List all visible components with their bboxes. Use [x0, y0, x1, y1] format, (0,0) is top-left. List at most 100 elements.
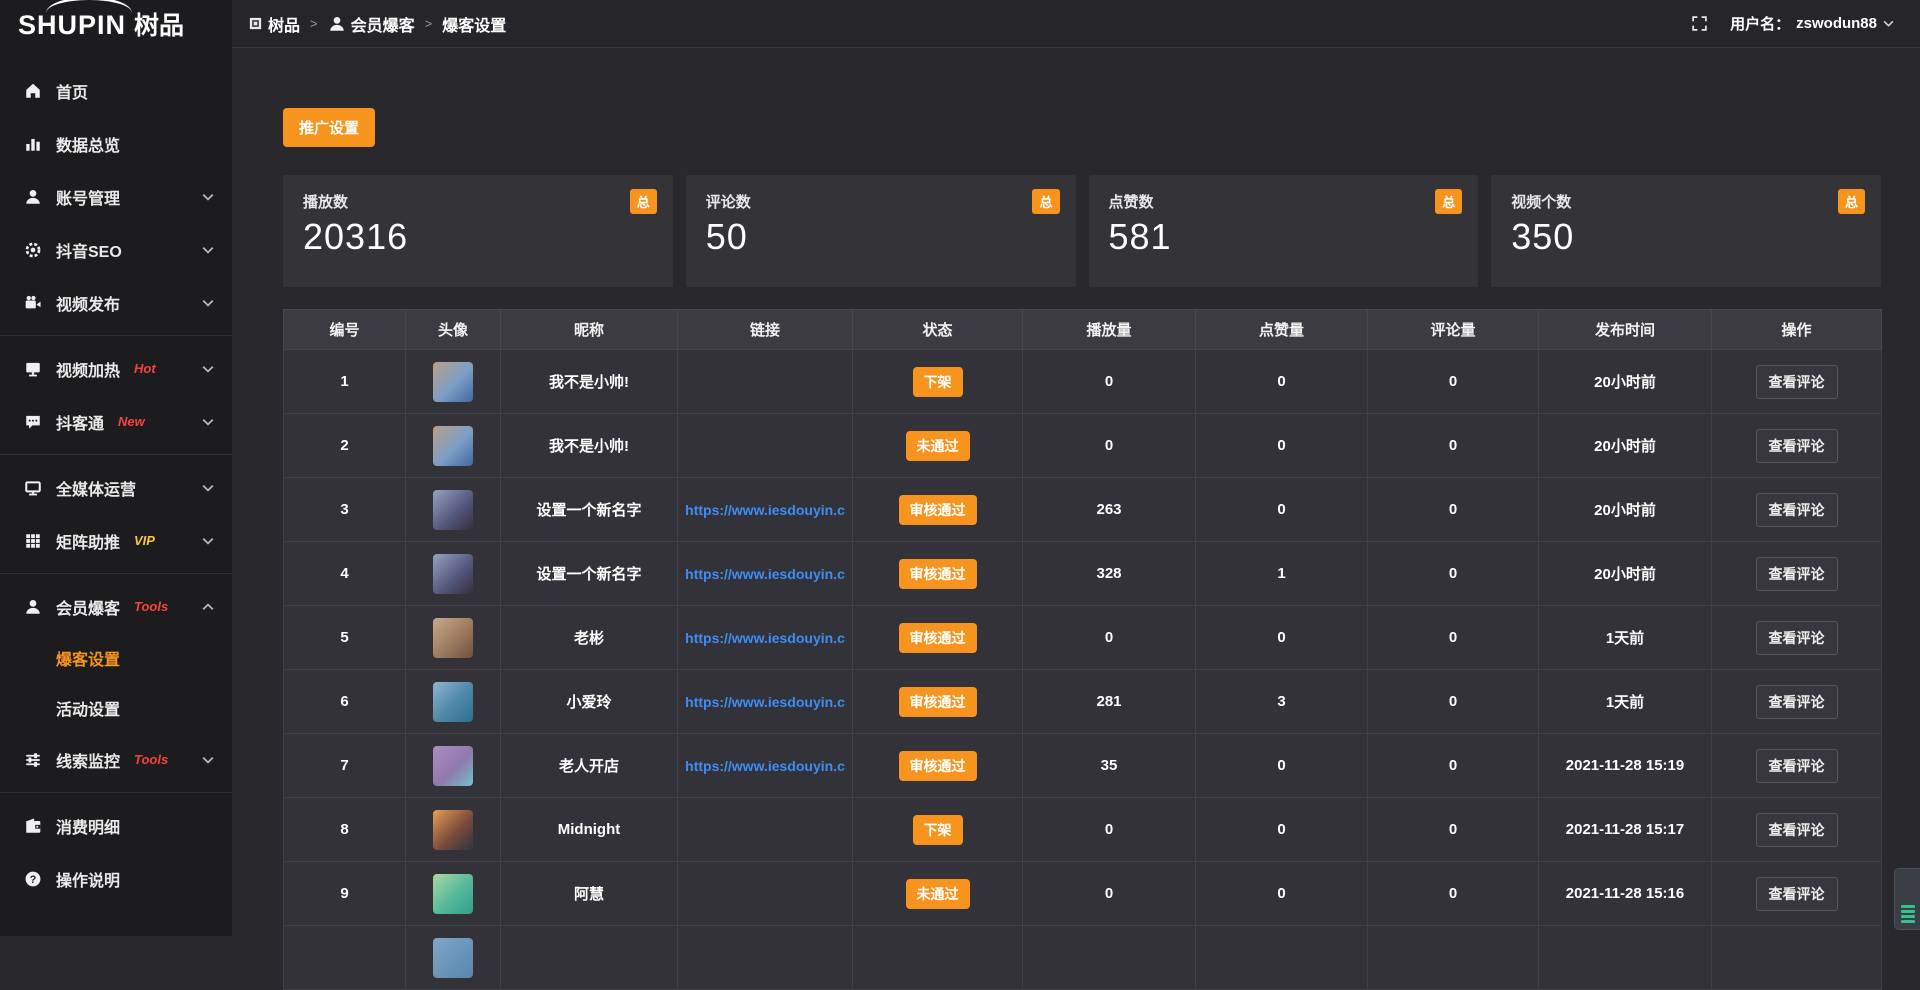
- avatar: [433, 746, 473, 786]
- video-camera-icon: [24, 294, 42, 312]
- cell-link: [678, 862, 853, 926]
- logo-area: SHUPIN 树品: [0, 0, 232, 48]
- sidebar-subitem-爆客设置[interactable]: 爆客设置: [0, 633, 232, 683]
- cell-comments: 0: [1368, 414, 1539, 478]
- cell-no: 8: [284, 798, 406, 862]
- logo-text-en: SHUPIN: [18, 10, 126, 41]
- status-badge[interactable]: 审核通过: [899, 687, 977, 717]
- sidebar-item-数据总览[interactable]: 数据总览: [0, 117, 232, 170]
- view-comments-button[interactable]: 查看评论: [1756, 365, 1838, 399]
- breadcrumb-label: 爆客设置: [442, 12, 506, 36]
- cell-comments: 0: [1368, 478, 1539, 542]
- breadcrumb-separator: >: [425, 16, 433, 31]
- avatar: [433, 618, 473, 658]
- cell-likes: 1: [1196, 542, 1368, 606]
- cell-time: 2021-11-28 15:16: [1539, 862, 1712, 926]
- cell-plays: [1023, 926, 1196, 990]
- cell-plays: 328: [1023, 542, 1196, 606]
- sidebar-item-label: 线索监控: [56, 748, 120, 772]
- logo-text-cn: 树品: [134, 6, 184, 42]
- breadcrumb-item[interactable]: 会员爆客: [328, 12, 415, 36]
- sidebar-item-账号管理[interactable]: 账号管理: [0, 170, 232, 223]
- status-badge[interactable]: 未通过: [906, 431, 970, 461]
- sidebar-item-label: 账号管理: [56, 185, 120, 209]
- sidebar-nav: 首页数据总览账号管理抖音SEO视频发布视频加热Hot抖客通New 全媒体运营矩阵助…: [0, 48, 232, 936]
- sidebar-item-抖音SEO[interactable]: 抖音SEO: [0, 223, 232, 276]
- view-comments-button[interactable]: 查看评论: [1756, 621, 1838, 655]
- sidebar-item-消费明细[interactable]: 消费明细: [0, 799, 232, 852]
- stat-card-点赞数: 点赞数581总: [1089, 175, 1479, 287]
- sidebar-item-线索监控[interactable]: 线索监控Tools: [0, 733, 232, 786]
- sidebar-item-全媒体运营[interactable]: 全媒体运营: [0, 461, 232, 514]
- green-bars-icon: [1901, 905, 1915, 908]
- sidebar-item-视频发布[interactable]: 视频发布: [0, 276, 232, 329]
- cell-link[interactable]: https://www.iesdouyin.c: [678, 734, 853, 798]
- floating-widget[interactable]: [1894, 868, 1920, 930]
- sidebar-item-矩阵助推[interactable]: 矩阵助推VIP: [0, 514, 232, 567]
- status-badge[interactable]: 未通过: [906, 879, 970, 909]
- chevron-down-icon: [202, 246, 214, 254]
- cell-nickname: 设置一个新名字: [501, 542, 678, 606]
- cell-link[interactable]: https://www.iesdouyin.c: [678, 478, 853, 542]
- cell-plays: 0: [1023, 862, 1196, 926]
- home-icon: [24, 82, 42, 100]
- table-row: 9阿慧未通过0002021-11-28 15:16查看评论: [284, 862, 1882, 926]
- breadcrumb-item[interactable]: 树品: [248, 12, 300, 36]
- avatar: [433, 426, 473, 466]
- status-badge[interactable]: 审核通过: [899, 559, 977, 589]
- sidebar-item-label: 视频加热: [56, 357, 120, 381]
- member-icon: [24, 598, 42, 616]
- sidebar-item-视频加热[interactable]: 视频加热Hot: [0, 342, 232, 395]
- status-badge[interactable]: 下架: [913, 815, 963, 845]
- view-comments-button[interactable]: 查看评论: [1756, 493, 1838, 527]
- user-menu[interactable]: 用户名：zswodun88: [1730, 13, 1894, 34]
- cell-status: 审核通过: [853, 734, 1023, 798]
- cell-link[interactable]: https://www.iesdouyin.c: [678, 542, 853, 606]
- breadcrumb-label: 会员爆客: [351, 12, 415, 36]
- status-badge[interactable]: 审核通过: [899, 623, 977, 653]
- view-comments-button[interactable]: 查看评论: [1756, 557, 1838, 591]
- cell-no: 1: [284, 350, 406, 414]
- sidebar-item-会员爆客[interactable]: 会员爆客Tools: [0, 580, 232, 633]
- status-badge[interactable]: 审核通过: [899, 495, 977, 525]
- promo-settings-button[interactable]: 推广设置: [283, 108, 375, 147]
- table-header-row: 编号头像昵称链接状态播放量点赞量评论量发布时间操作: [284, 310, 1882, 350]
- cell-nickname: 老人开店: [501, 734, 678, 798]
- sidebar-item-操作说明[interactable]: ?操作说明: [0, 852, 232, 905]
- cell-avatar: [406, 798, 501, 862]
- cell-link: [678, 798, 853, 862]
- top-bar-right: 树品>会员爆客>爆客设置 用户名：zswodun88: [232, 0, 1920, 48]
- cell-no: 4: [284, 542, 406, 606]
- wallet-icon: [24, 817, 42, 835]
- cell-link[interactable]: https://www.iesdouyin.c: [678, 670, 853, 734]
- sidebar-item-首页[interactable]: 首页: [0, 64, 232, 117]
- status-badge[interactable]: 审核通过: [899, 751, 977, 781]
- view-comments-button[interactable]: 查看评论: [1756, 429, 1838, 463]
- table-row: 8Midnight下架0002021-11-28 15:17查看评论: [284, 798, 1882, 862]
- table-row: 6小爱玲https://www.iesdouyin.c审核通过281301天前查…: [284, 670, 1882, 734]
- chevron-down-icon: [1883, 20, 1894, 27]
- column-header-编号: 编号: [284, 310, 406, 350]
- cell-likes: 3: [1196, 670, 1368, 734]
- cell-time: 20小时前: [1539, 350, 1712, 414]
- sidebar-subitem-活动设置[interactable]: 活动设置: [0, 683, 232, 733]
- view-comments-button[interactable]: 查看评论: [1756, 877, 1838, 911]
- cell-likes: 0: [1196, 798, 1368, 862]
- sidebar-item-badge: Tools: [134, 599, 168, 614]
- cell-status: 下架: [853, 350, 1023, 414]
- cell-link[interactable]: https://www.iesdouyin.c: [678, 606, 853, 670]
- cell-status: 未通过: [853, 862, 1023, 926]
- videos-table-wrap: 编号头像昵称链接状态播放量点赞量评论量发布时间操作 1我不是小帅!下架00020…: [283, 309, 1881, 990]
- breadcrumb-item[interactable]: 爆客设置: [442, 12, 506, 36]
- view-comments-button[interactable]: 查看评论: [1756, 813, 1838, 847]
- cell-comments: 0: [1368, 606, 1539, 670]
- fullscreen-icon[interactable]: [1691, 15, 1708, 32]
- status-badge[interactable]: 下架: [913, 367, 963, 397]
- cell-no: 5: [284, 606, 406, 670]
- cell-no: [284, 926, 406, 990]
- view-comments-button[interactable]: 查看评论: [1756, 685, 1838, 719]
- column-header-状态: 状态: [853, 310, 1023, 350]
- view-comments-button[interactable]: 查看评论: [1756, 749, 1838, 783]
- column-header-头像: 头像: [406, 310, 501, 350]
- sidebar-item-抖客通[interactable]: 抖客通New: [0, 395, 232, 448]
